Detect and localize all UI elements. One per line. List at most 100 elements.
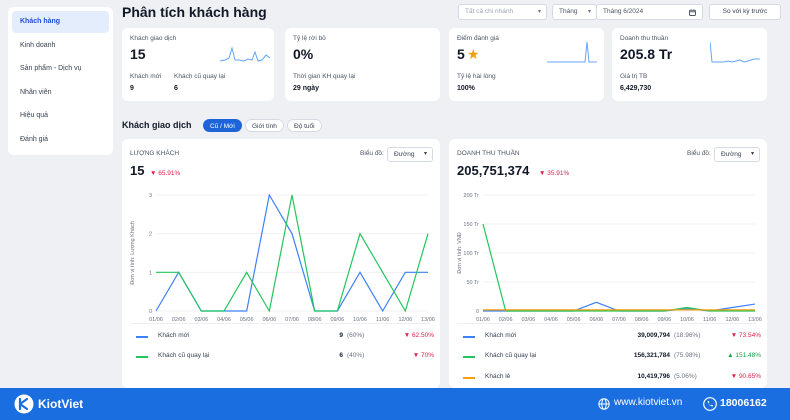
kpi-value: 0%	[293, 46, 314, 62]
legend-change: ▼ 90.65%	[730, 373, 761, 380]
legend-change: ▼ 73.54%	[730, 332, 761, 339]
revenue-chart-card: DOANH THU THUẦN 205,751,374 ▼ 35.91% Biể…	[449, 139, 767, 388]
sparkline	[547, 41, 597, 63]
y-tick-label: 100 Tr	[463, 251, 479, 257]
y-tick-label: 50 Tr	[466, 280, 479, 286]
kpi-transactions-card[interactable]: Khách giao dịch 15 Khách mới 9 Khách cũ …	[122, 28, 274, 101]
legend-change: ▼ 62.50%	[403, 332, 434, 339]
legend-value: 10,419,796	[637, 373, 670, 380]
sidebar-item-staff[interactable]: Nhân viên	[12, 82, 109, 104]
chart-type-label: Biểu đồ:	[360, 150, 384, 157]
legend-row: Khách mới 39,009,794 (18.96%) ▼ 73.54%	[463, 332, 761, 342]
kpi-label: Tỷ lệ rời bỏ	[293, 35, 326, 42]
sidebar-item-efficiency[interactable]: Hiệu quả	[12, 105, 109, 127]
legend-name: Khách cũ quay lại	[158, 352, 210, 359]
tab-age[interactable]: Độ tuổi	[287, 119, 322, 132]
customer-count-chart-card: LƯỢNG KHÁCH 15 ▼ 65.91% Biểu đồ: Đường ▾…	[122, 139, 440, 388]
kiotviet-logo-icon	[14, 394, 34, 414]
divider	[130, 323, 430, 324]
legend-pct: (5.06%)	[674, 373, 697, 380]
chart-change: ▼ 65.91%	[150, 170, 181, 177]
legend-swatch	[136, 356, 148, 358]
branch-select-value: Tất cả chi nhánh	[465, 8, 514, 15]
legend-swatch	[136, 336, 148, 338]
kpi-label: Điểm đánh giá	[457, 35, 499, 42]
y-tick-label: 2	[149, 232, 152, 238]
footer-brand: KiotViet	[38, 397, 84, 411]
legend-row: Khách mới 9 (60%) ▼ 62.50%	[136, 332, 434, 342]
branch-select[interactable]: Tất cả chi nhánh ▾	[458, 4, 547, 20]
star-icon: ★	[467, 46, 480, 62]
kpi-avg-value: 6,429,730	[620, 85, 652, 92]
series-line	[156, 194, 429, 313]
sidebar-item-customers[interactable]: Khách hàng	[12, 11, 109, 33]
y-tick-label: 0	[476, 309, 479, 315]
y-tick-label: 1	[149, 270, 152, 276]
kpi-revenue-card[interactable]: Doanh thu thuần 205.8 Tr Giá trị TB 6,42…	[612, 28, 767, 101]
tab-gender[interactable]: Giới tính	[245, 119, 284, 132]
footer-website[interactable]: www.kiotviet.vn	[614, 397, 682, 408]
section-title: Khách giao dịch	[122, 120, 192, 130]
chart-total: 205,751,374	[457, 163, 530, 178]
kpi-rating-card[interactable]: Điểm đánh giá 5 ★ Tỷ lệ hài lòng 100%	[449, 28, 604, 101]
chart-type-value: Đường	[721, 151, 742, 158]
chevron-down-icon: ▾	[423, 151, 427, 157]
kpi-value: 15	[130, 46, 146, 62]
kpi-label: Khách giao dịch	[130, 35, 177, 42]
legend-name: Khách cũ quay lại	[485, 352, 537, 359]
y-axis-label: Đơn vị tính: VNĐ	[457, 232, 463, 274]
chevron-down-icon: ▾	[587, 9, 591, 15]
divider	[457, 323, 757, 324]
series-line	[155, 193, 428, 313]
legend-row: Khách cũ quay lại 156,321,784 (75.98%) ▲…	[463, 352, 761, 362]
kpi-return-label: Thời gian KH quay lại	[293, 73, 356, 80]
sidebar-item-products[interactable]: Sản phẩm - Dịch vụ	[12, 58, 109, 80]
chart-total: 15	[130, 163, 145, 178]
page-title: Phân tích khách hàng	[122, 4, 267, 20]
sidebar-item-reviews[interactable]: Đánh giá	[12, 129, 109, 151]
chart-type-select[interactable]: Đường ▾	[387, 147, 433, 162]
compare-button[interactable]: So với kỳ trước	[709, 4, 781, 20]
kpi-satisfaction-label: Tỷ lệ hài lòng	[457, 73, 496, 80]
legend-pct: (18.96%)	[674, 332, 701, 339]
phone-icon	[703, 397, 717, 411]
legend-swatch	[463, 377, 475, 379]
y-tick-label: 150 Tr	[463, 222, 479, 228]
chart-heading: DOANH THU THUẦN	[457, 150, 520, 157]
sidebar-item-business[interactable]: Kinh doanh	[12, 35, 109, 57]
kpi-old-value: 6	[174, 85, 178, 92]
chart-type-value: Đường	[394, 151, 415, 158]
sparkline	[710, 41, 760, 63]
period-select[interactable]: Tháng ▾	[552, 4, 597, 20]
kpi-value: 5	[457, 46, 465, 62]
kpi-label: Doanh thu thuần	[620, 35, 669, 42]
y-tick-label: 3	[149, 193, 152, 199]
legend-value: 39,009,794	[637, 332, 670, 339]
y-tick-label: 0	[149, 309, 152, 315]
kpi-churn-card[interactable]: Tỷ lệ rời bỏ 0% Thời gian KH quay lại 29…	[285, 28, 440, 101]
tab-old-new[interactable]: Cũ / Mới	[203, 119, 242, 132]
legend-name: Khách mới	[485, 332, 517, 339]
footer-banner: KiotViet www.kiotviet.vn 18006162	[0, 388, 790, 420]
legend-pct: (40%)	[347, 352, 365, 359]
legend-swatch	[463, 356, 475, 358]
legend-value: 9	[339, 332, 343, 339]
chart-heading: LƯỢNG KHÁCH	[130, 150, 180, 157]
kpi-satisfaction-value: 100%	[457, 85, 475, 92]
legend-value: 6	[339, 352, 343, 359]
kpi-avg-label: Giá trị TB	[620, 73, 648, 80]
footer-hotline[interactable]: 18006162	[720, 397, 767, 409]
chart-change: ▼ 35.91%	[539, 170, 570, 177]
calendar-icon	[689, 8, 696, 16]
legend-pct: (75.98%)	[674, 352, 701, 359]
kpi-value: 205.8 Tr	[620, 46, 673, 62]
chevron-down-icon: ▾	[537, 9, 541, 15]
sparkline	[220, 46, 270, 62]
chart-type-select[interactable]: Đường ▾	[714, 147, 760, 162]
series-line	[482, 223, 755, 312]
revenue-line-chart: 050 Tr100 Tr150 Tr200 Tr01/06 02/06 03/06 0…	[457, 193, 762, 323]
month-picker[interactable]: Tháng 6/2024	[596, 4, 703, 20]
chevron-down-icon: ▾	[750, 151, 754, 157]
y-tick-label: 200 Tr	[463, 193, 479, 199]
kpi-new-value: 9	[130, 85, 134, 92]
